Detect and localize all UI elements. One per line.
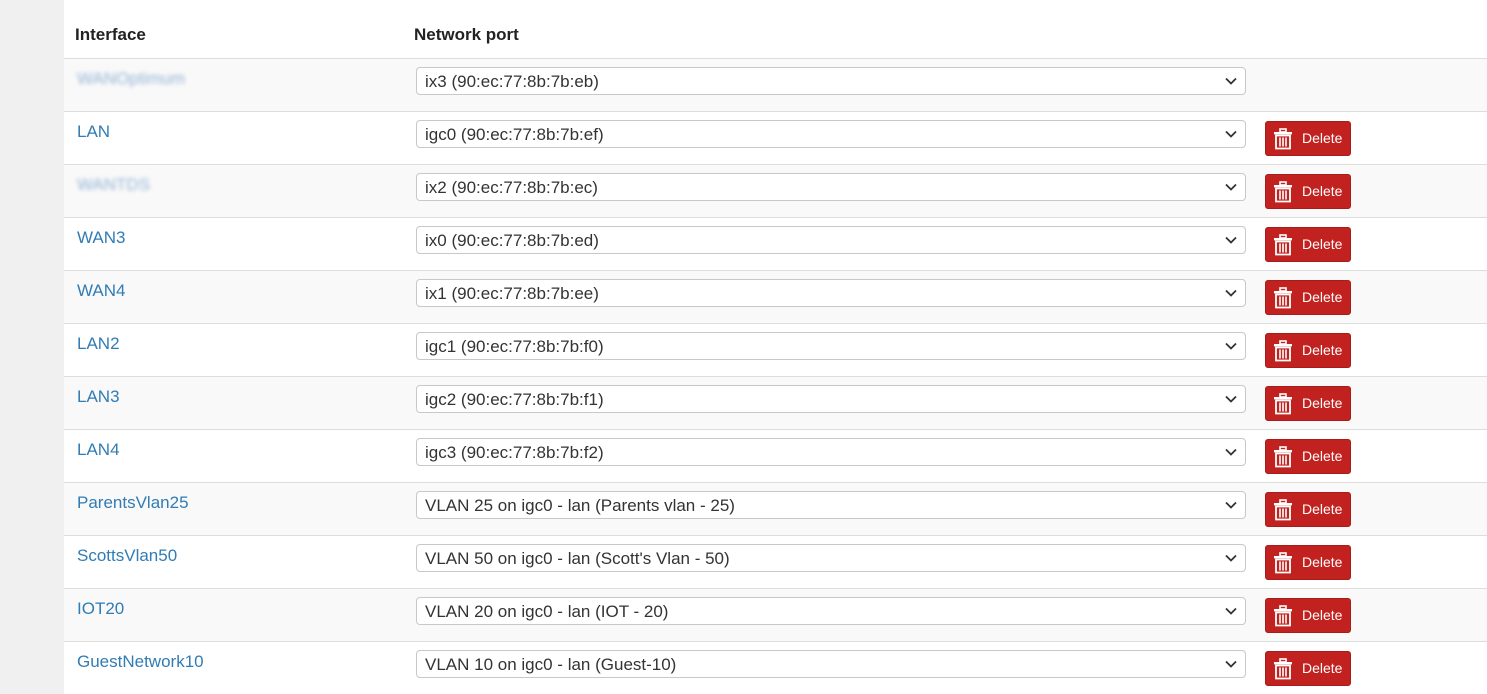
- network-port-value: VLAN 20 on igc0 - lan (IOT - 20): [425, 602, 669, 621]
- network-port-select[interactable]: VLAN 25 on igc0 - lan (Parents vlan - 25…: [416, 491, 1246, 519]
- delete-button[interactable]: Delete: [1265, 386, 1351, 421]
- chevron-down-icon: [1225, 660, 1237, 668]
- table-row: LAN2 igc1 (90:ec:77:8b:7b:f0) Delete: [64, 323, 1487, 376]
- interface-link[interactable]: WANOptimum: [77, 69, 185, 89]
- trash-icon: [1274, 499, 1292, 521]
- table-row: ParentsVlan25 VLAN 25 on igc0 - lan (Pare…: [64, 482, 1487, 535]
- network-port-value: VLAN 25 on igc0 - lan (Parents vlan - 25…: [425, 496, 735, 515]
- table-row: LAN4 igc3 (90:ec:77:8b:7b:f2) Delete: [64, 429, 1487, 482]
- interface-link[interactable]: WANTDS: [77, 175, 150, 195]
- chevron-down-icon: [1225, 130, 1237, 138]
- network-port-value: igc1 (90:ec:77:8b:7b:f0): [425, 337, 604, 356]
- network-port-value: VLAN 50 on igc0 - lan (Scott's Vlan - 50…: [425, 549, 730, 568]
- interface-assignments-panel: Interface Network port WANOptimum ix3 (90…: [64, 0, 1487, 694]
- delete-button-label: Delete: [1302, 130, 1343, 146]
- trash-icon: [1274, 128, 1292, 150]
- trash-icon: [1274, 605, 1292, 627]
- delete-button[interactable]: Delete: [1265, 121, 1351, 156]
- network-port-select[interactable]: igc0 (90:ec:77:8b:7b:ef): [416, 120, 1246, 148]
- network-port-select[interactable]: ix0 (90:ec:77:8b:7b:ed): [416, 226, 1246, 254]
- interface-link[interactable]: ParentsVlan25: [77, 493, 189, 513]
- trash-icon: [1274, 340, 1292, 362]
- interface-link[interactable]: ScottsVlan50: [77, 546, 177, 566]
- network-port-value: igc2 (90:ec:77:8b:7b:f1): [425, 390, 604, 409]
- trash-icon: [1274, 446, 1292, 468]
- network-port-value: VLAN 10 on igc0 - lan (Guest-10): [425, 655, 677, 674]
- chevron-down-icon: [1225, 183, 1237, 191]
- delete-button-label: Delete: [1302, 183, 1343, 199]
- network-port-select[interactable]: ix2 (90:ec:77:8b:7b:ec): [416, 173, 1246, 201]
- delete-button-label: Delete: [1302, 342, 1343, 358]
- delete-button-label: Delete: [1302, 660, 1343, 676]
- interface-link[interactable]: LAN: [77, 122, 110, 142]
- trash-icon: [1274, 287, 1292, 309]
- network-port-select[interactable]: VLAN 20 on igc0 - lan (IOT - 20): [416, 597, 1246, 625]
- interface-link[interactable]: WAN4: [77, 281, 126, 301]
- network-port-value: ix2 (90:ec:77:8b:7b:ec): [425, 178, 598, 197]
- table-row: WAN4 ix1 (90:ec:77:8b:7b:ee) Delete: [64, 270, 1487, 323]
- network-port-value: igc3 (90:ec:77:8b:7b:f2): [425, 443, 604, 462]
- table-row: LAN igc0 (90:ec:77:8b:7b:ef) Delete: [64, 111, 1487, 164]
- table-row: GuestNetwork10 VLAN 10 on igc0 - lan (Gue…: [64, 641, 1487, 694]
- chevron-down-icon: [1225, 77, 1237, 85]
- interface-link[interactable]: LAN2: [77, 334, 120, 354]
- table-row: LAN3 igc2 (90:ec:77:8b:7b:f1) Delete: [64, 376, 1487, 429]
- interface-link[interactable]: IOT20: [77, 599, 124, 619]
- chevron-down-icon: [1225, 289, 1237, 297]
- trash-icon: [1274, 552, 1292, 574]
- interface-link[interactable]: LAN4: [77, 440, 120, 460]
- trash-icon: [1274, 181, 1292, 203]
- interface-column-header: Interface: [75, 25, 146, 44]
- chevron-down-icon: [1225, 342, 1237, 350]
- network-port-select[interactable]: VLAN 10 on igc0 - lan (Guest-10): [416, 650, 1246, 678]
- delete-button-label: Delete: [1302, 395, 1343, 411]
- chevron-down-icon: [1225, 607, 1237, 615]
- interface-link[interactable]: WAN3: [77, 228, 126, 248]
- network-port-select[interactable]: ix3 (90:ec:77:8b:7b:eb): [416, 67, 1246, 95]
- delete-button-label: Delete: [1302, 607, 1343, 623]
- interface-link[interactable]: LAN3: [77, 387, 120, 407]
- interface-table-body: WANOptimum ix3 (90:ec:77:8b:7b:eb) LAN igc0…: [64, 59, 1487, 694]
- delete-button-label: Delete: [1302, 448, 1343, 464]
- table-row: WANTDS ix2 (90:ec:77:8b:7b:ec) Delete: [64, 164, 1487, 217]
- chevron-down-icon: [1225, 395, 1237, 403]
- network-port-select[interactable]: VLAN 50 on igc0 - lan (Scott's Vlan - 50…: [416, 544, 1246, 572]
- table-row: WANOptimum ix3 (90:ec:77:8b:7b:eb): [64, 59, 1487, 111]
- network-port-value: ix0 (90:ec:77:8b:7b:ed): [425, 231, 599, 250]
- table-row: IOT20 VLAN 20 on igc0 - lan (IOT - 20) Del…: [64, 588, 1487, 641]
- chevron-down-icon: [1225, 554, 1237, 562]
- delete-button-label: Delete: [1302, 236, 1343, 252]
- delete-button[interactable]: Delete: [1265, 333, 1351, 368]
- network-port-value: ix3 (90:ec:77:8b:7b:eb): [425, 72, 599, 91]
- delete-button-label: Delete: [1302, 289, 1343, 305]
- table-row: WAN3 ix0 (90:ec:77:8b:7b:ed) Delete: [64, 217, 1487, 270]
- trash-icon: [1274, 393, 1292, 415]
- trash-icon: [1274, 234, 1292, 256]
- delete-button[interactable]: Delete: [1265, 492, 1351, 527]
- network-port-value: igc0 (90:ec:77:8b:7b:ef): [425, 125, 604, 144]
- network-port-select[interactable]: igc2 (90:ec:77:8b:7b:f1): [416, 385, 1246, 413]
- delete-button[interactable]: Delete: [1265, 280, 1351, 315]
- delete-button[interactable]: Delete: [1265, 439, 1351, 474]
- table-row: ScottsVlan50 VLAN 50 on igc0 - lan (Scott…: [64, 535, 1487, 588]
- delete-button[interactable]: Delete: [1265, 545, 1351, 580]
- chevron-down-icon: [1225, 448, 1237, 456]
- delete-button[interactable]: Delete: [1265, 227, 1351, 262]
- table-header: Interface Network port: [64, 0, 1487, 60]
- chevron-down-icon: [1225, 501, 1237, 509]
- delete-button[interactable]: Delete: [1265, 598, 1351, 633]
- interface-link[interactable]: GuestNetwork10: [77, 652, 204, 672]
- chevron-down-icon: [1225, 236, 1237, 244]
- delete-button-label: Delete: [1302, 501, 1343, 517]
- network-port-value: ix1 (90:ec:77:8b:7b:ee): [425, 284, 599, 303]
- delete-button[interactable]: Delete: [1265, 651, 1351, 686]
- network-port-select[interactable]: igc1 (90:ec:77:8b:7b:f0): [416, 332, 1246, 360]
- network-port-select[interactable]: igc3 (90:ec:77:8b:7b:f2): [416, 438, 1246, 466]
- network-port-select[interactable]: ix1 (90:ec:77:8b:7b:ee): [416, 279, 1246, 307]
- network-port-column-header: Network port: [414, 25, 519, 44]
- trash-icon: [1274, 658, 1292, 680]
- delete-button[interactable]: Delete: [1265, 174, 1351, 209]
- delete-button-label: Delete: [1302, 554, 1343, 570]
